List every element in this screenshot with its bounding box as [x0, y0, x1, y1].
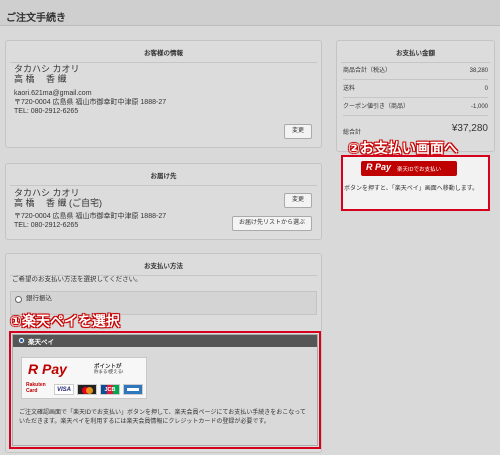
order-summary-panel: お支払い金額 商品合計（税込） 38,280 送料 0 クーポン値引き（商品） …	[336, 40, 495, 152]
shipping-address: 〒720-0004 広島県 福山市御幸町中津原 1888-27	[14, 213, 167, 220]
mastercard-icon	[77, 384, 97, 395]
rakuten-pay-logo-card: R Pay ポイントが 貯まる!使える! Rakuten Card VISA J…	[21, 357, 147, 399]
shipping-name: 高 橋 香 織 (ご自宅)	[14, 198, 102, 208]
rpay-logo: R Pay	[28, 361, 67, 377]
pay-button-logo: R Pay	[366, 162, 392, 172]
summary-row-label: クーポン値引き（商品）	[343, 104, 410, 110]
jcb-icon: JCB	[100, 384, 120, 395]
visa-icon: VISA	[54, 384, 74, 395]
summary-total-value: ¥37,280	[451, 123, 488, 134]
pay-button-label: 楽天IDでお支払い	[397, 167, 442, 173]
rakuten-pay-label: 楽天ペイ	[28, 339, 54, 346]
summary-row-value: -1,000	[470, 104, 488, 110]
rakuten-pay-option-header[interactable]: 楽天ペイ	[13, 335, 317, 347]
shipping-tel: TEL: 080-2912-6265	[14, 222, 79, 229]
rakuten-pay-button[interactable]: R Pay 楽天IDでお支払い	[361, 161, 457, 176]
customer-info-panel: お客様の情報 タカハシ カオリ 高 橋 香 織 kaori.621ma@gmai…	[5, 40, 322, 148]
summary-row-value: 0	[484, 86, 488, 92]
summary-row: クーポン値引き（商品） -1,000	[343, 99, 488, 116]
customer-info-title: お客様の情報	[10, 41, 317, 63]
bank-transfer-label: 銀行振込	[26, 295, 52, 302]
customer-change-button[interactable]: 変更	[284, 124, 312, 139]
pay-button-note: ボタンを押すと、「楽天ペイ」画面へ移動します。	[344, 186, 479, 192]
rakuten-card-logo: Rakuten Card	[26, 382, 50, 394]
payment-method-title: お支払い方法	[10, 254, 317, 276]
summary-row: 商品合計（税込） 38,280	[343, 63, 488, 80]
payment-prompt: ご希望のお支払い方法を選択してください。	[12, 276, 142, 283]
rakuten-pay-radio[interactable]	[18, 337, 25, 344]
page-header: ご注文手続き	[0, 0, 500, 26]
shipping-title: お届け先	[10, 164, 317, 186]
rpay-promo-2: 貯まる!使える!	[94, 369, 124, 374]
address-list-button[interactable]: お届け先リストから選ぶ	[232, 216, 312, 231]
summary-total: 総合計 ¥37,280	[343, 123, 488, 139]
page-title: ご注文手続き	[6, 13, 66, 24]
annotation-step1: ①楽天ペイを選択	[10, 313, 120, 329]
customer-tel: TEL: 080-2912-6265	[14, 108, 79, 115]
amex-icon	[123, 384, 143, 395]
summary-row-label: 送料	[343, 86, 356, 92]
customer-email: kaori.621ma@gmail.com	[14, 90, 92, 97]
shipping-panel: お届け先 タカハシ カオリ 高 橋 香 織 (ご自宅) 〒720-0004 広島…	[5, 163, 322, 240]
rakuten-pay-description: ご注文確認画面で「楽天IDでお支払い」ボタンを押して、楽天会員ページにてお支払い…	[19, 410, 306, 425]
order-summary-title: お支払い金額	[341, 41, 490, 63]
summary-total-label: 総合計	[343, 130, 362, 136]
rakuten-card-text-2: Card	[26, 388, 38, 394]
rakuten-pay-option[interactable]: 楽天ペイ R Pay ポイントが 貯まる!使える! Rakuten Card V…	[12, 334, 318, 446]
summary-row: 送料 0	[343, 81, 488, 98]
customer-address: 〒720-0004 広島県 福山市御幸町中津原 1888-27	[14, 99, 167, 106]
customer-name: 高 橋 香 織	[14, 74, 67, 84]
summary-row-value: 38,280	[469, 68, 488, 74]
shipping-change-button[interactable]: 変更	[284, 193, 312, 208]
summary-row-label: 商品合計（税込）	[343, 68, 392, 74]
bank-transfer-radio[interactable]	[15, 296, 22, 303]
